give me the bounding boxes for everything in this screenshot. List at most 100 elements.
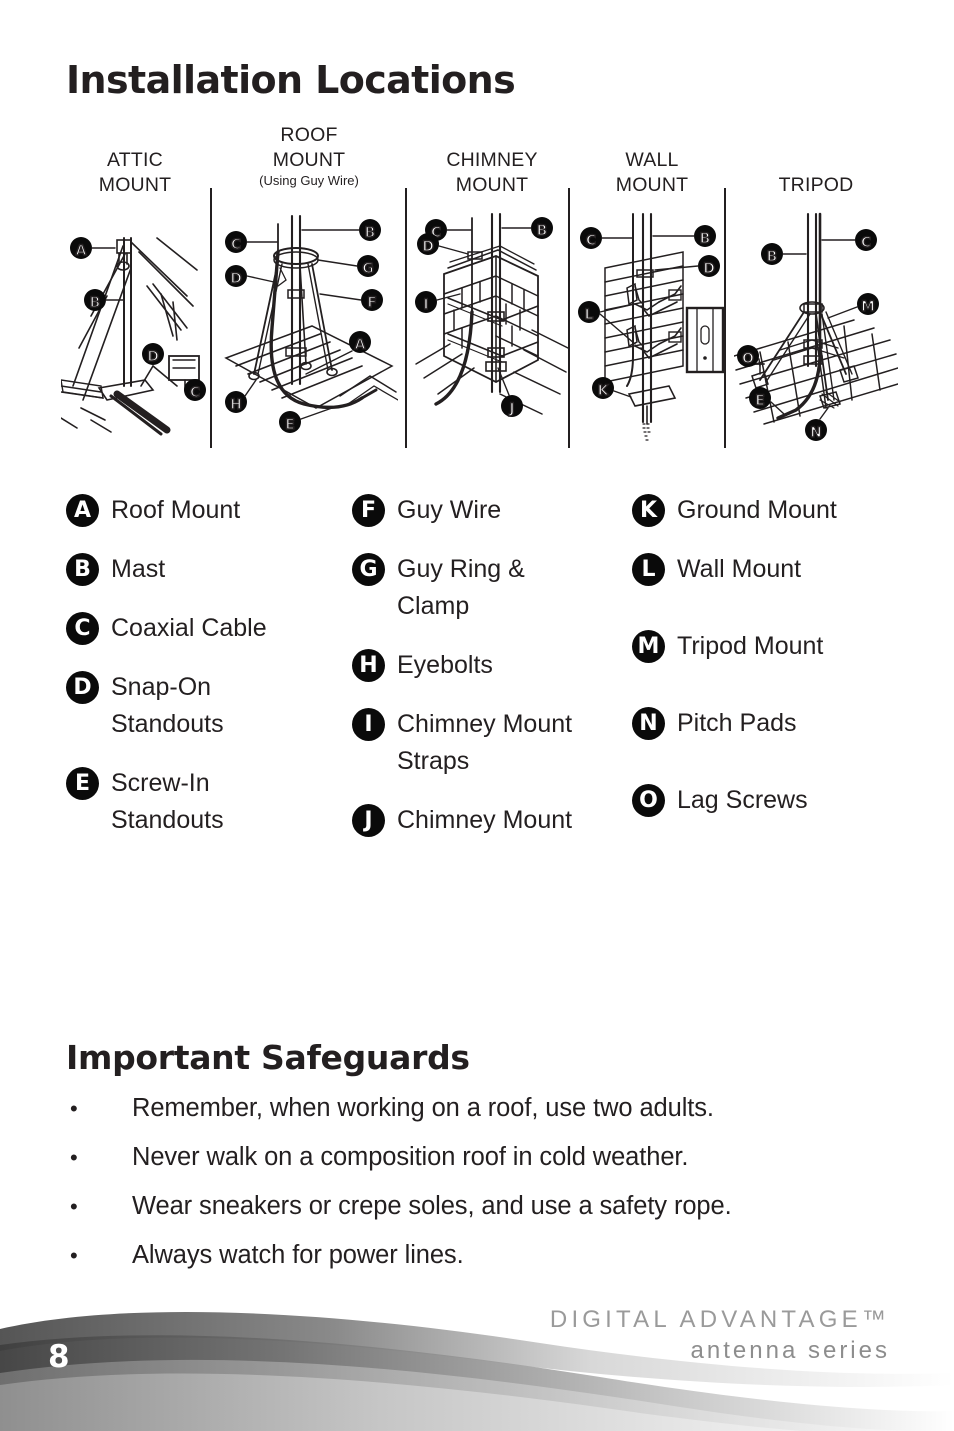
brand-tagline: antenna series xyxy=(690,1337,890,1364)
diagram-title-wall-mount: WALL MOUNT xyxy=(576,120,728,198)
safeguard-text-3: Wear sneakers or crepe soles, and use a … xyxy=(132,1192,732,1220)
svg-text:C: C xyxy=(190,385,200,401)
diagram-title-line1: WALL xyxy=(625,149,679,171)
diagram-title-line2: MOUNT xyxy=(98,174,172,196)
diagram-title-line2: MOUNT xyxy=(272,149,346,171)
list-item: L Wall Mount xyxy=(632,551,912,588)
svg-text:A: A xyxy=(76,243,87,259)
legend-badge-c: C xyxy=(66,612,99,645)
list-item: D Snap-On Standouts xyxy=(66,669,336,743)
diagram-title-attic-mount: ATTIC MOUNT xyxy=(60,120,210,198)
diagram-title-line2: MOUNT xyxy=(455,174,529,196)
svg-text:B: B xyxy=(90,295,101,311)
svg-text:D: D xyxy=(230,271,242,287)
legend-label-a: Roof Mount xyxy=(111,496,241,524)
legend-badge-k: K xyxy=(632,494,665,527)
svg-text:C: C xyxy=(861,235,871,251)
bullet-icon: • xyxy=(70,1243,78,1268)
diagram-divider-2 xyxy=(405,188,407,448)
list-item: M Tripod Mount xyxy=(632,628,912,665)
legend-badge-i: I xyxy=(352,708,385,741)
legend-badge-g: G xyxy=(352,553,385,586)
diagram-column-tripod: TRIPOD B C M O E N xyxy=(732,120,900,460)
legend-badge-l: L xyxy=(632,553,665,586)
bullet-icon: • xyxy=(70,1194,78,1219)
diagram-divider-1 xyxy=(210,188,212,448)
svg-text:G: G xyxy=(362,261,374,277)
list-item: N Pitch Pads xyxy=(632,705,912,742)
installation-diagrams: ATTIC MOUNT A B D C ROOF MOUNT (Using Gu… xyxy=(60,120,900,460)
list-item: G Guy Ring & Clamp xyxy=(352,551,632,625)
svg-text:I: I xyxy=(423,297,428,313)
page-number: 8 xyxy=(48,1339,70,1375)
page-footer: 8 DIGITAL ADVANTAGE™ antenna series xyxy=(0,1281,954,1431)
svg-text:J: J xyxy=(508,401,514,417)
list-item: E Screw-In Standouts xyxy=(66,765,336,839)
diagram-column-attic-mount: ATTIC MOUNT A B D C xyxy=(60,120,210,460)
diagram-column-wall-mount: WALL MOUNT C B D L K xyxy=(576,120,728,460)
roof-mount-illustration: B C G D F A H E xyxy=(218,208,400,438)
svg-text:N: N xyxy=(810,425,822,441)
svg-text:B: B xyxy=(767,249,778,265)
diagram-column-roof-mount: ROOF MOUNT (Using Guy Wire) B C G D F A … xyxy=(218,120,400,460)
legend-badge-f: F xyxy=(352,494,385,527)
legend-badge-o: O xyxy=(632,784,665,817)
list-item: C Coaxial Cable xyxy=(66,610,336,647)
legend-label-h: Eyebolts xyxy=(397,651,493,679)
diagram-title-line1: TRIPOD xyxy=(778,174,854,196)
svg-text:D: D xyxy=(422,239,434,255)
legend-label-i: Chimney Mount Straps xyxy=(397,710,573,775)
list-item: O Lag Screws xyxy=(632,782,912,819)
legend-column-3: K Ground Mount L Wall Mount M Tripod Mou… xyxy=(632,492,912,841)
svg-text:B: B xyxy=(365,225,376,241)
svg-text:L: L xyxy=(585,307,594,323)
legend-label-o: Lag Screws xyxy=(677,786,808,814)
legend-column-2: F Guy Wire G Guy Ring & Clamp H Eyebolts… xyxy=(352,492,632,861)
diagram-title-chimney-mount: CHIMNEY MOUNT xyxy=(412,120,572,198)
svg-text:B: B xyxy=(700,231,711,247)
diagram-divider-4 xyxy=(724,188,726,448)
legend-column-1: A Roof Mount B Mast C Coaxial Cable D Sn… xyxy=(66,492,336,861)
legend-label-e: Screw-In Standouts xyxy=(111,769,224,834)
list-item: A Roof Mount xyxy=(66,492,336,529)
diagram-divider-3 xyxy=(568,188,570,448)
list-item: • Never walk on a composition roof in co… xyxy=(66,1136,896,1179)
legend-badge-a: A xyxy=(66,494,99,527)
legend-badge-h: H xyxy=(352,649,385,682)
legend-label-d: Snap-On Standouts xyxy=(111,673,224,738)
diagram-title-line1: CHIMNEY xyxy=(446,149,538,171)
svg-text:M: M xyxy=(861,299,875,315)
list-item: K Ground Mount xyxy=(632,492,912,529)
brand-lockup: DIGITAL ADVANTAGE™ antenna series xyxy=(550,1305,890,1367)
diagram-title-tripod: TRIPOD xyxy=(732,120,900,198)
diagram-title-roof-mount: ROOF MOUNT (Using Guy Wire) xyxy=(218,120,400,189)
diagram-title-line2: MOUNT xyxy=(615,174,689,196)
legend-badge-m: M xyxy=(632,630,665,663)
svg-text:D: D xyxy=(703,261,715,277)
diagram-column-chimney-mount: CHIMNEY MOUNT C B D I J xyxy=(412,120,572,460)
diagram-subtitle-roof-mount: (Using Guy Wire) xyxy=(259,173,359,188)
list-item: F Guy Wire xyxy=(352,492,632,529)
list-item: B Mast xyxy=(66,551,336,588)
important-safeguards-section: Important Safeguards • Remember, when wo… xyxy=(66,1038,896,1283)
legend-badge-b: B xyxy=(66,553,99,586)
svg-text:C: C xyxy=(231,237,241,253)
diagram-title-line1: ATTIC xyxy=(107,149,163,171)
bullet-icon: • xyxy=(70,1096,78,1121)
list-item: • Always watch for power lines. xyxy=(66,1234,896,1277)
tripod-mount-illustration: B C M O E N xyxy=(732,208,900,448)
attic-mount-illustration: A B D C xyxy=(60,208,210,438)
legend-badge-d: D xyxy=(66,671,99,704)
svg-text:F: F xyxy=(367,295,377,311)
safeguard-text-2: Never walk on a composition roof in cold… xyxy=(132,1143,689,1171)
safeguard-text-4: Always watch for power lines. xyxy=(132,1241,464,1269)
legend-label-l: Wall Mount xyxy=(677,555,802,583)
svg-text:D: D xyxy=(147,349,159,365)
svg-text:H: H xyxy=(230,397,242,413)
safeguards-heading: Important Safeguards xyxy=(66,1038,470,1077)
svg-text:A: A xyxy=(355,337,366,353)
legend-label-c: Coaxial Cable xyxy=(111,614,267,642)
svg-text:O: O xyxy=(742,351,754,367)
svg-text:K: K xyxy=(598,383,610,399)
list-item: I Chimney Mount Straps xyxy=(352,706,632,780)
